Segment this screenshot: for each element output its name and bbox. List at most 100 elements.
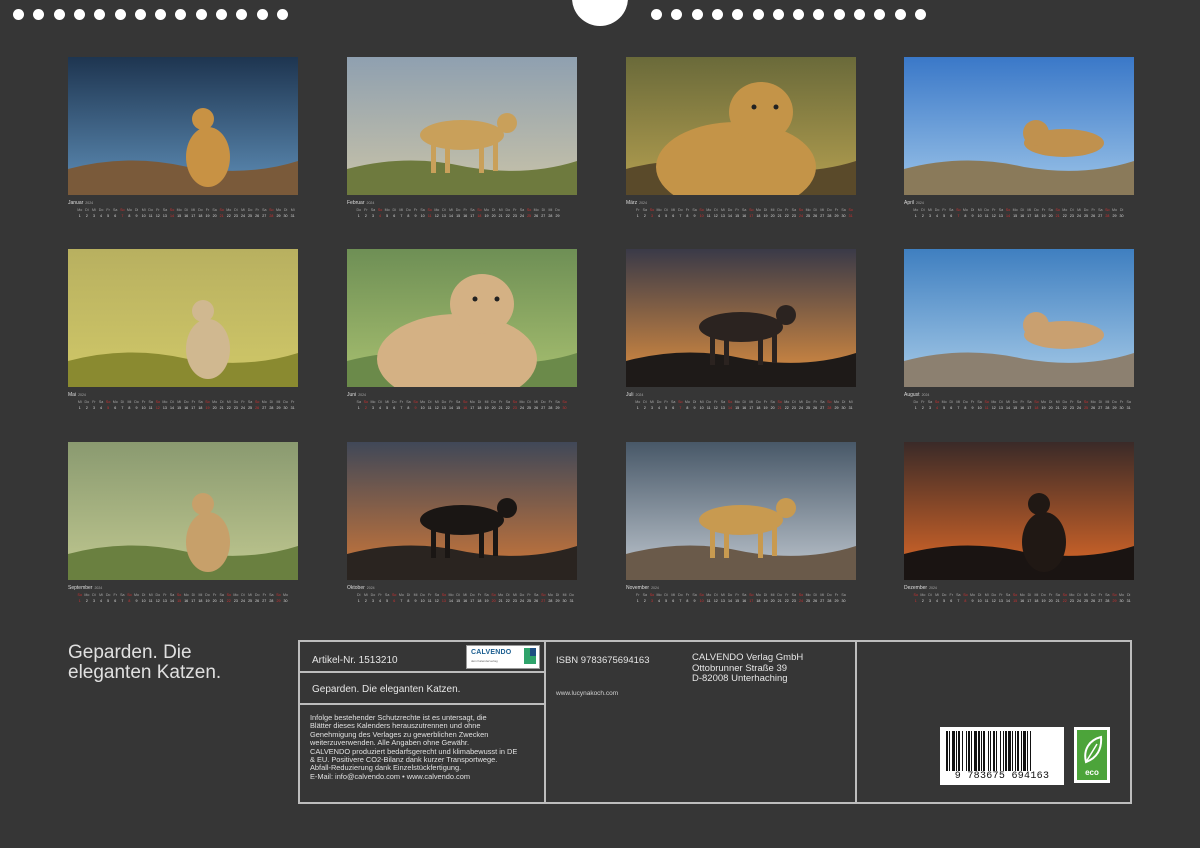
ring-hole	[874, 9, 886, 20]
day-number: 31	[1126, 599, 1131, 603]
month-label: August 2024	[904, 392, 1134, 399]
month-photo	[626, 249, 856, 387]
month-year: 2024	[78, 393, 86, 397]
publisher-address: CALVENDO Verlag GmbH Ottobrunner Straße …	[692, 652, 804, 685]
hanger-cutout	[572, 0, 628, 26]
month-photo	[626, 57, 856, 195]
month-year: 2024	[635, 393, 644, 397]
imprint-rule-2	[300, 703, 544, 705]
day-strip: So 1 Mo 2 Di 3 Mi 4 Do 5 Fr 6 Sa 7 So 8 Mo 9 Di 10 Mi 11 Do 12 F…	[68, 593, 298, 607]
day-number: 31	[290, 406, 295, 410]
cheetah-photo	[347, 57, 577, 195]
month-photo	[347, 442, 577, 580]
month-year: 2024	[85, 201, 94, 205]
month-name: Februar	[347, 200, 365, 206]
month-label: Februar 2024	[347, 200, 577, 207]
ring-hole	[155, 9, 167, 20]
day-strip: Fr 1 Sa 2 So 3 Mo 4 Di 5 Mi 6 Do 7 Fr 8 Sa 9 So 10 Mo 11 Di 12 M…	[626, 208, 856, 222]
day-strip: Fr 1 Sa 2 So 3 Mo 4 Di 5 Mi 6 Do 7 Fr 8 Sa 9 So 10 Mo 11 Di 12 M…	[626, 593, 856, 607]
cheetah-photo	[68, 57, 298, 195]
month-year: 2024	[929, 586, 937, 590]
month-photo	[904, 249, 1134, 387]
month-label: April 2024	[904, 200, 1134, 207]
ring-hole	[691, 9, 703, 20]
month-august: August 2024 Do 1 Fr 2 Sa 3 So 4 Mo 5 Di 6 Mi 7 Do 8 Fr 9 Sa 1…	[904, 249, 1134, 414]
month-photo	[68, 57, 298, 195]
imprint-box: Artikel-Nr. 1513210 CALVENDO dein Kalend…	[298, 640, 1132, 804]
month-januar: Januar 2024 Mo 1 Di 2 Mi 3 Do 4 Fr 5 Sa 6 So 7 Mo 8 Di 9 Mi 1…	[68, 57, 298, 222]
month-name: Oktober	[347, 585, 365, 591]
day-number: 31	[290, 214, 295, 218]
month-september: September 2024 So 1 Mo 2 Di 3 Mi 4 Do 5 Fr 6 Sa 7 So 8 Mo 9…	[68, 442, 298, 607]
publisher-name: CALVENDO Verlag GmbH	[692, 652, 804, 663]
month-name: Juli	[626, 392, 634, 398]
calendar-title: Geparden. Die eleganten Katzen.	[68, 643, 288, 683]
weekday-label: So	[848, 208, 853, 212]
month-year: 2024	[366, 586, 375, 590]
ring-hole	[813, 9, 825, 20]
month-name: März	[626, 200, 638, 206]
weekday-label: Mi	[290, 208, 295, 212]
day-strip: Mo 1 Di 2 Mi 3 Do 4 Fr 5 Sa 6 So 7 Mo 8 Di 9 Mi 10 Do 11 Fr 12 S…	[904, 208, 1134, 222]
cheetah-photo	[904, 249, 1134, 387]
ring-hole	[651, 9, 662, 20]
ring-hole	[711, 9, 723, 20]
day-number: 30	[1119, 214, 1124, 218]
day-number: 29	[555, 214, 560, 218]
day-number: 31	[848, 214, 853, 218]
ring-hole	[236, 9, 248, 20]
ring-hole	[94, 9, 106, 20]
month-photo	[626, 442, 856, 580]
month-year: 2024	[921, 393, 930, 397]
month-name: September	[68, 585, 93, 591]
publisher-city: D-82008 Unterhaching	[692, 673, 788, 684]
month-photo	[68, 249, 298, 387]
logo-text: CALVENDO	[471, 649, 512, 656]
month-year: 2024	[916, 201, 924, 205]
cheetah-photo	[904, 442, 1134, 580]
day-strip: Do 1 Fr 2 Sa 3 So 4 Mo 5 Di 6 Mi 7 Do 8 Fr 9 Sa 10 So 11 Mo 12 D…	[904, 400, 1134, 414]
weekday-label: Fr	[290, 400, 295, 404]
imprint-subtitle: Geparden. Die eleganten Katzen.	[312, 684, 461, 695]
logo-mark-accent	[530, 648, 536, 656]
month-label: November 2024	[626, 585, 856, 592]
ring-hole	[793, 9, 805, 20]
month-juli: Juli 2024 Mo 1 Di 2 Mi 3 Do 4 Fr 5 Sa 6 So 7 Mo 8 Di 9 Mi 10 D…	[626, 249, 856, 414]
leaf-icon	[1084, 735, 1103, 764]
day-number: 30	[562, 406, 567, 410]
weekday-label: Di	[1119, 208, 1124, 212]
month-name: August	[904, 392, 920, 398]
title-line-2: eleganten Katzen.	[68, 662, 222, 683]
ring-hole	[256, 9, 268, 20]
month-märz: März 2024 Fr 1 Sa 2 So 3 Mo 4 Di 5 Mi 6 Do 7 Fr 8 Sa 9 So 10 M…	[626, 57, 856, 222]
ring-hole	[53, 9, 65, 20]
month-name: Januar	[68, 200, 84, 206]
ring-hole	[33, 9, 45, 20]
imprint-rule-1	[300, 671, 544, 673]
imprint-divider-2	[855, 642, 857, 802]
cheetah-photo	[68, 249, 298, 387]
calvendo-logo: CALVENDO dein Kalenderverlag	[466, 645, 540, 669]
day-strip: Mi 1 Do 2 Fr 3 Sa 4 So 5 Mo 6 Di 7 Mi 8 Do 9 Fr 10 Sa 11 So 12 M…	[68, 400, 298, 414]
month-name: November	[626, 585, 650, 591]
ring-hole	[752, 9, 764, 20]
weekday-label: Do	[555, 208, 560, 212]
ring-hole	[854, 9, 865, 20]
photographer-website[interactable]: www.lucynakoch.com	[556, 690, 618, 697]
day-strip: Sa 1 So 2 Mo 3 Di 4 Mi 5 Do 6 Fr 7 Sa 8 So 9 Mo 10 Di 11 Mi 12 D…	[347, 400, 577, 414]
month-label: Mai 2024	[68, 392, 298, 399]
month-label: September 2024	[68, 585, 298, 592]
weekday-label: So	[562, 400, 567, 404]
eco-badge: eco	[1074, 727, 1110, 783]
month-dezember: Dezember 2024 So 1 Mo 2 Di 3 Mi 4 Do 5 Fr 6 Sa 7 So 8 Mo 9 D…	[904, 442, 1134, 607]
eco-label: eco	[1085, 768, 1099, 777]
month-year: 2024	[358, 393, 366, 397]
day-strip: So 1 Mo 2 Di 3 Mi 4 Do 5 Fr 6 Sa 7 So 8 Mo 9 Di 10 Mi 11 Do 12 F…	[904, 593, 1134, 607]
day-strip: Mo 1 Di 2 Mi 3 Do 4 Fr 5 Sa 6 So 7 Mo 8 Di 9 Mi 10 Do 11 Fr 12 S…	[68, 208, 298, 222]
day-number: 30	[841, 599, 846, 603]
month-label: Januar 2024	[68, 200, 298, 207]
title-line-1: Geparden. Die	[68, 642, 192, 663]
article-number: Artikel-Nr. 1513210	[312, 655, 398, 666]
month-label: Dezember 2024	[904, 585, 1134, 592]
month-oktober: Oktober 2024 Di 1 Mi 2 Do 3 Fr 4 Sa 5 So 6 Mo 7 Di 8 Mi 9 Do…	[347, 442, 577, 607]
